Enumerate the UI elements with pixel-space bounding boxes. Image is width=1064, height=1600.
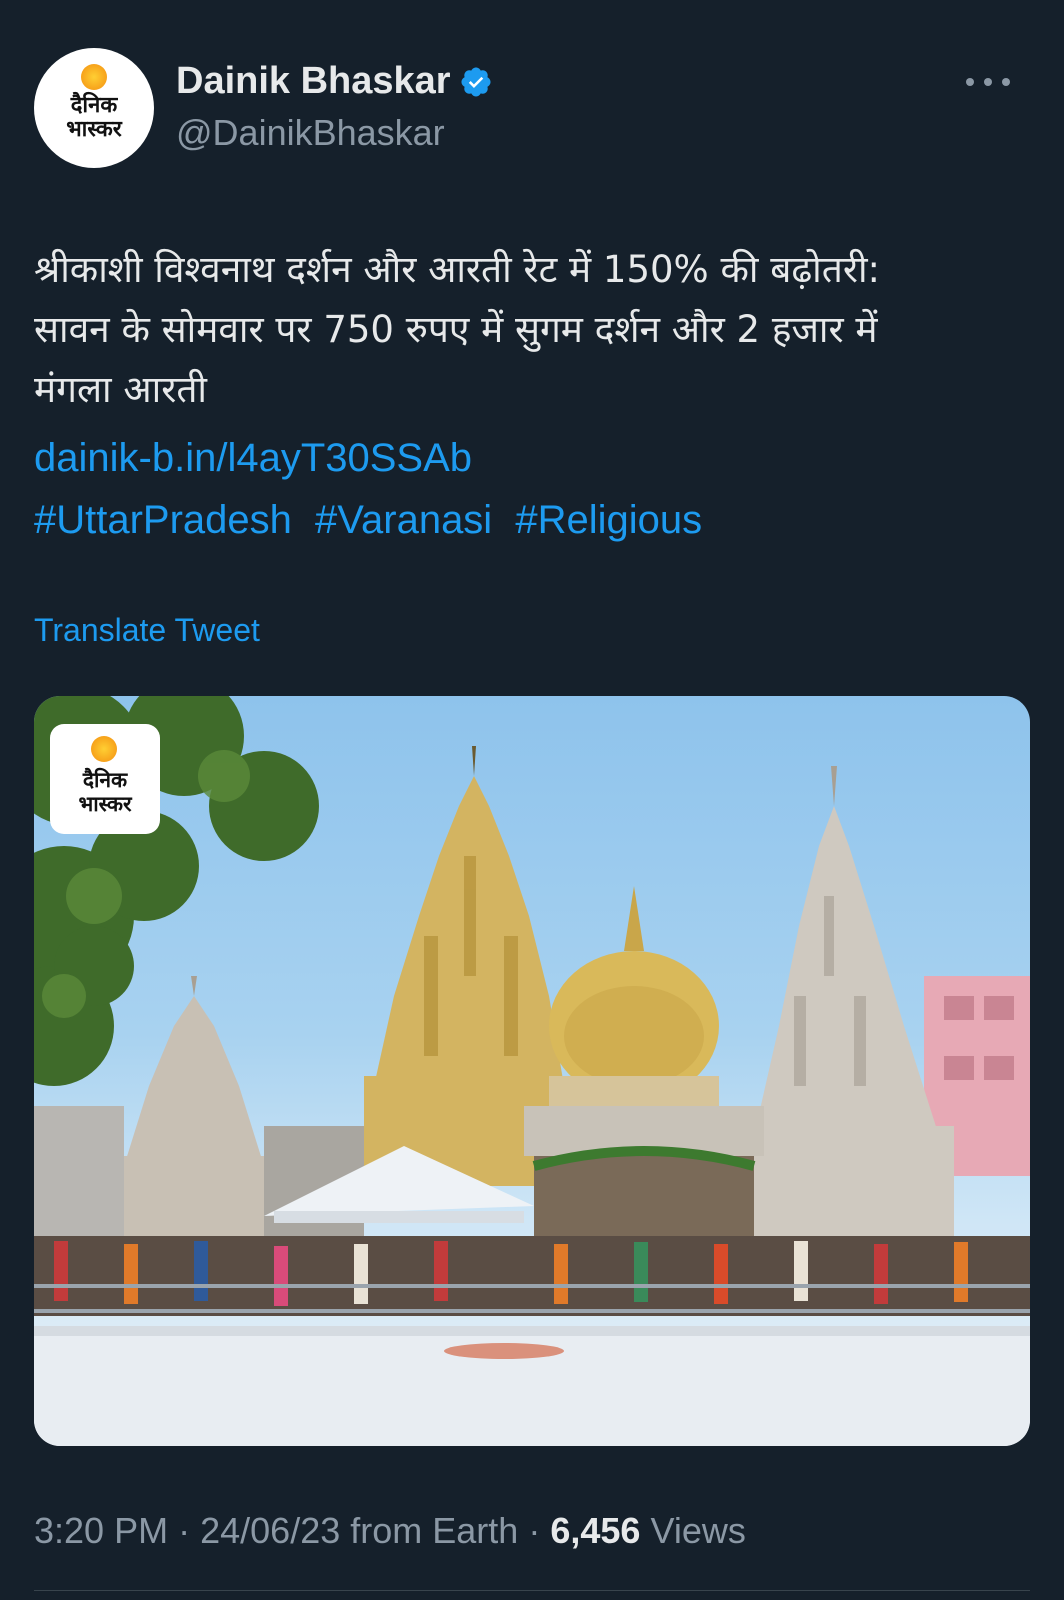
tweet-source: from Earth [350, 1510, 519, 1551]
hashtag-religious[interactable]: #Religious [515, 498, 702, 542]
tweet-text-line: श्रीकाशी विश्वनाथ दर्शन और आरती रेट में … [34, 248, 881, 291]
meta-separator: · [528, 1510, 541, 1551]
hashtag-list: #UttarPradesh #Varanasi #Religious [34, 490, 714, 550]
more-dot [966, 78, 974, 86]
sun-logo-icon [91, 736, 117, 762]
tweet-date[interactable]: 24/06/23 [200, 1510, 340, 1551]
media-watermark-line2: भास्कर [78, 792, 132, 816]
right-shikhara [734, 806, 954, 1276]
avatar-logo-text: दैनिक भास्कर [34, 94, 154, 142]
verified-badge-icon [461, 66, 491, 97]
views-count[interactable]: 6,456 [550, 1510, 640, 1551]
tweet-time[interactable]: 3:20 PM [34, 1510, 168, 1551]
crowd [34, 1236, 1030, 1316]
author-handle[interactable]: @DainikBhaskar [176, 112, 445, 154]
tweet-card: दैनिक भास्कर Dainik Bhaskar @DainikBhask… [0, 0, 1064, 1600]
tweet-media-image[interactable]: दैनिक भास्कर [34, 696, 1030, 1446]
more-dot [1002, 78, 1010, 86]
avatar-logo-line2: भास्कर [66, 117, 122, 142]
sun-logo-icon [81, 64, 107, 90]
avatar-logo-line1: दैनिक [70, 93, 118, 118]
tweet-text-line: सावन के सोमवार पर 750 रुपए में सुगम दर्श… [34, 308, 878, 351]
tweet-text-line: मंगला आरती [34, 368, 208, 411]
divider [34, 1590, 1030, 1591]
more-dot [984, 78, 992, 86]
hashtag-uttarpradesh[interactable]: #UttarPradesh [34, 498, 292, 542]
tweet-meta: 3:20 PM · 24/06/23 from Earth · 6,456 Vi… [34, 1510, 746, 1552]
tweet-text: श्रीकाशी विश्वनाथ दर्शन और आरती रेट में … [34, 240, 1034, 420]
temple-photo [34, 696, 1030, 1446]
views-label: Views [650, 1510, 746, 1551]
media-watermark-logo: दैनिक भास्कर [50, 724, 160, 834]
media-watermark-line1: दैनिक [82, 768, 128, 792]
author-display-name[interactable]: Dainik Bhaskar [176, 60, 451, 103]
translate-tweet-link[interactable]: Translate Tweet [34, 612, 260, 649]
tweet-link[interactable]: dainik-b.in/l4ayT30SSAb [34, 428, 472, 488]
more-options-icon[interactable] [966, 70, 1010, 94]
author-name-row[interactable]: Dainik Bhaskar [176, 60, 493, 103]
media-watermark-text: दैनिक भास्कर [50, 768, 160, 816]
author-avatar[interactable]: दैनिक भास्कर [34, 48, 154, 168]
golden-dome [549, 886, 719, 1116]
hashtag-varanasi[interactable]: #Varanasi [315, 498, 492, 542]
meta-separator: · [178, 1510, 191, 1551]
